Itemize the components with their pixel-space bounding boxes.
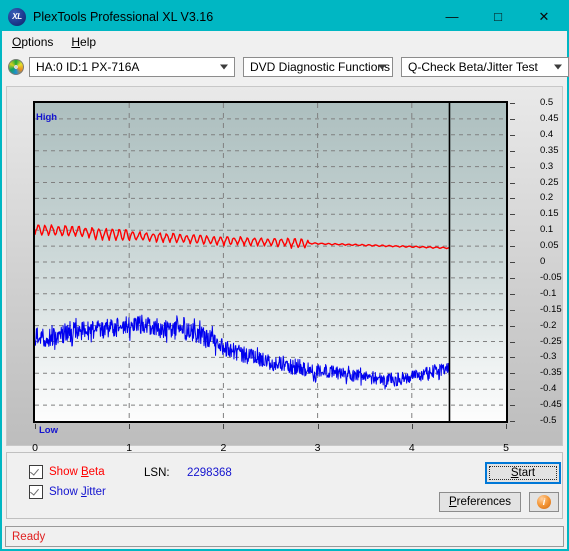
- preferences-button[interactable]: Preferences: [439, 492, 521, 512]
- y-tick-label: 0.1: [540, 224, 554, 236]
- drive-select[interactable]: HA:0 ID:1 PX-716A: [29, 57, 235, 77]
- x-tick-mark: [317, 424, 319, 429]
- y-tick-label: -0.15: [540, 303, 562, 315]
- y-tick-mark: [510, 103, 515, 104]
- window-title: PlexTools Professional XL V3.16: [33, 9, 214, 24]
- beta-jitter-plot[interactable]: [33, 101, 508, 423]
- y-tick-mark: [510, 246, 515, 248]
- y-tick-label: -0.1: [540, 287, 557, 299]
- y-tick-mark: [510, 118, 515, 120]
- y-tick-label: 0.5: [540, 97, 554, 108]
- y-tick-label: 0.15: [540, 208, 559, 220]
- y-tick-label: -0.25: [540, 335, 562, 347]
- maximize-icon[interactable]: □: [475, 2, 521, 31]
- y-tick-mark: [510, 421, 515, 422]
- menu-bar: Options Help: [2, 31, 567, 52]
- x-tick-mark: [411, 424, 413, 429]
- chevron-down-icon: [220, 64, 228, 70]
- y-tick-label: -0.3: [540, 351, 557, 363]
- y-tick-mark: [510, 405, 515, 407]
- info-button[interactable]: i: [529, 492, 559, 512]
- y-tick-mark: [510, 357, 515, 359]
- cd-disc-icon: [8, 59, 24, 75]
- y-tick-label: -0.4: [540, 383, 557, 395]
- menu-item-help[interactable]: Help: [63, 33, 104, 51]
- preferences-button-label: Preferences: [448, 496, 511, 508]
- plot-wrapper: High Low 0.5 0.45 0.4 0.35 0.3 0.25 0.2 0.15 0.1…: [32, 97, 562, 454]
- y-tick-mark: [510, 214, 515, 216]
- start-button[interactable]: Start: [485, 462, 561, 484]
- y-tick-label: 0: [540, 256, 546, 267]
- title-bar: XL PlexTools Professional XL V3.16 — □ ✕: [2, 2, 567, 31]
- y-tick-label: 0.3: [540, 160, 554, 172]
- y-tick-label: -0.5: [540, 415, 557, 426]
- y-tick-label: -0.2: [540, 319, 557, 331]
- y-tick-label: 0.45: [540, 112, 559, 124]
- y-tick-mark: [510, 309, 515, 311]
- plot-canvas: [35, 103, 506, 421]
- application-window: XL PlexTools Professional XL V3.16 — □ ✕…: [0, 0, 569, 551]
- show-beta-checkbox-row[interactable]: Show Beta: [29, 465, 105, 479]
- x-tick-mark: [223, 424, 225, 429]
- focus-rectangle: [489, 466, 557, 480]
- lsn-label: LSN:: [144, 467, 170, 479]
- y-tick-mark: [510, 341, 515, 343]
- x-tick-mark: [35, 424, 36, 429]
- status-bar: Ready: [5, 526, 564, 547]
- info-icon: i: [537, 495, 551, 509]
- show-jitter-checkbox-row[interactable]: Show Jitter: [29, 485, 106, 499]
- test-select-value: Q-Check Beta/Jitter Test: [408, 60, 538, 74]
- x-tick-mark: [506, 424, 507, 429]
- show-beta-label: Show Beta: [49, 466, 105, 478]
- y-tick-mark: [510, 134, 515, 136]
- chart-panel: High Low 0.5 0.45 0.4 0.35 0.3 0.25 0.2 0.15 0.1…: [6, 86, 563, 454]
- toolbar: HA:0 ID:1 PX-716A DVD Diagnostic Functio…: [2, 54, 569, 80]
- y-tick-mark: [510, 293, 515, 295]
- function-select[interactable]: DVD Diagnostic Functions: [243, 57, 393, 77]
- y-tick-mark: [510, 373, 515, 375]
- y-tick-label: 0.25: [540, 176, 559, 188]
- control-panel: Show Beta Show Jitter LSN: 2298368 Start…: [6, 452, 563, 519]
- window-controls: — □ ✕: [429, 2, 567, 31]
- xl-disc-icon: XL: [8, 7, 26, 26]
- x-tick-mark: [129, 424, 131, 429]
- y-tick-mark: [510, 389, 515, 391]
- y-tick-label: 0.05: [540, 240, 559, 252]
- show-jitter-label: Show Jitter: [49, 486, 106, 498]
- y-tick-mark: [510, 198, 515, 200]
- lsn-value: 2298368: [187, 467, 232, 479]
- y-tick-label: 0.35: [540, 144, 559, 156]
- y-tick-mark: [510, 182, 515, 184]
- y-tick-label: -0.35: [540, 367, 562, 379]
- show-jitter-checkbox[interactable]: [29, 485, 43, 499]
- y-tick-mark: [510, 230, 515, 232]
- close-icon[interactable]: ✕: [521, 2, 567, 31]
- chevron-down-icon: [554, 64, 562, 70]
- menu-item-options[interactable]: Options: [4, 33, 61, 51]
- test-select[interactable]: Q-Check Beta/Jitter Test: [401, 57, 569, 77]
- status-text: Ready: [12, 530, 46, 543]
- y-tick-mark: [510, 166, 515, 168]
- y-tick-mark: [510, 150, 515, 152]
- show-beta-checkbox[interactable]: [29, 465, 43, 479]
- y-axis-low-label: Low: [39, 425, 58, 436]
- y-axis-high-label: High: [36, 112, 58, 123]
- y-tick-label: 0.4: [540, 128, 554, 140]
- minimize-icon[interactable]: —: [429, 2, 475, 31]
- y-tick-mark: [510, 262, 515, 263]
- y-tick-label: -0.05: [540, 271, 562, 283]
- drive-select-value: HA:0 ID:1 PX-716A: [36, 60, 140, 74]
- y-tick-mark: [510, 277, 515, 279]
- y-tick-label: 0.2: [540, 192, 554, 204]
- y-tick-label: -0.45: [540, 399, 562, 411]
- chevron-down-icon: [378, 64, 386, 70]
- y-tick-mark: [510, 325, 515, 327]
- function-select-value: DVD Diagnostic Functions: [250, 60, 391, 74]
